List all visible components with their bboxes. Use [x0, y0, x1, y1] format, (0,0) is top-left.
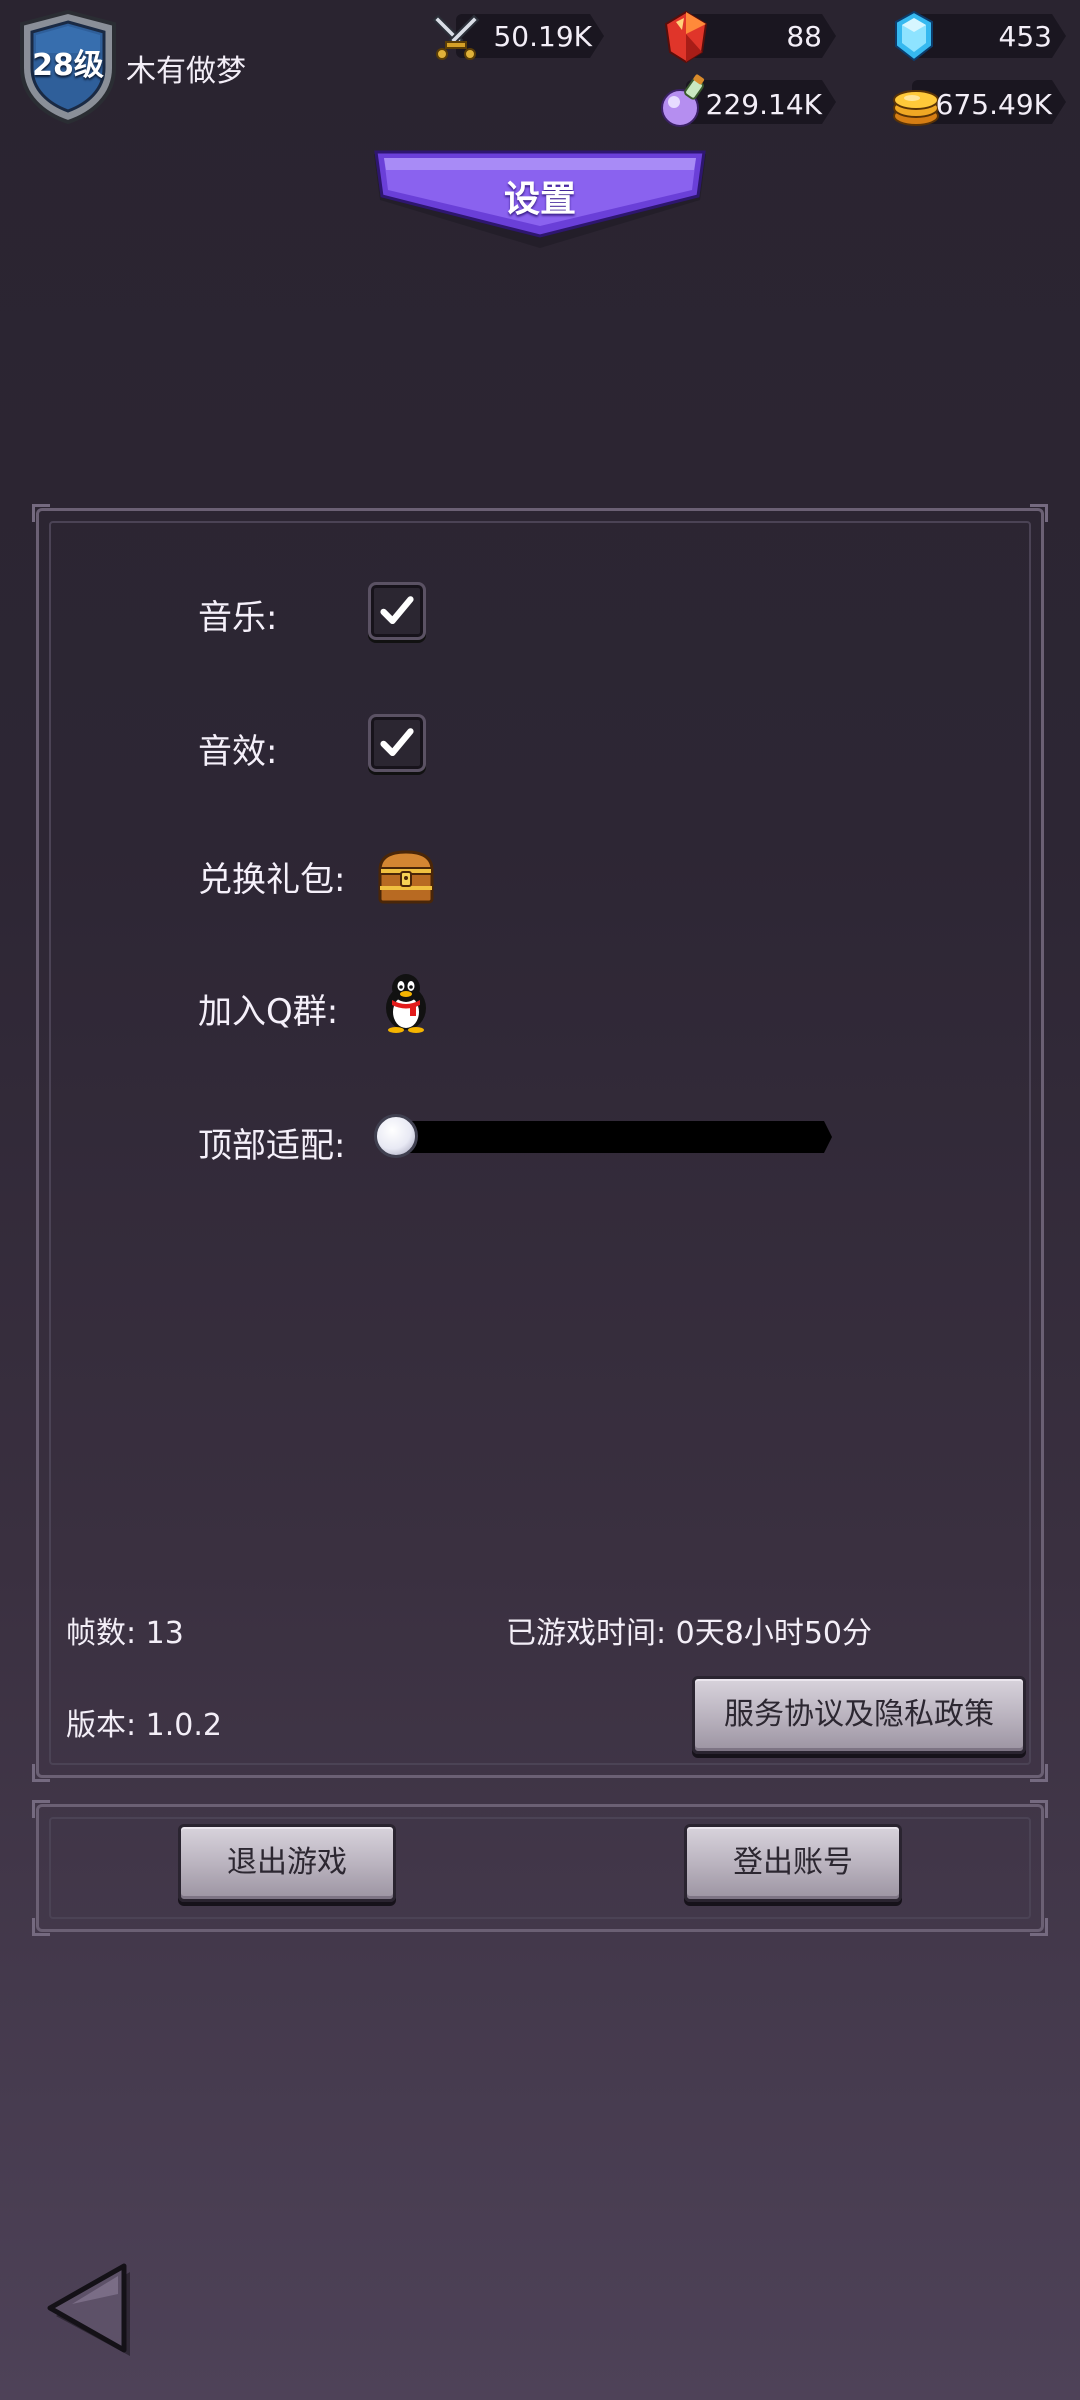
gift-label: 兑换礼包: — [198, 860, 346, 900]
music-checkbox[interactable] — [368, 582, 426, 640]
treasure-chest-icon — [378, 850, 434, 904]
qq-group-button[interactable] — [374, 970, 438, 1034]
music-label: 音乐: — [198, 598, 278, 638]
panel-corner — [32, 1918, 50, 1936]
privacy-policy-button[interactable]: 服务协议及隐私政策 — [692, 1676, 1026, 1754]
sfx-label: 音效: — [198, 732, 278, 772]
ruby-value: 88 — [786, 20, 822, 53]
checkmark-icon — [380, 728, 414, 756]
panel-corner — [32, 504, 50, 522]
diamond-value: 453 — [998, 20, 1052, 53]
panel-corner — [32, 1800, 50, 1818]
panel-corner — [1030, 1800, 1048, 1818]
fps-text: 帧数: 13 — [66, 1616, 184, 1651]
version-text: 版本: 1.0.2 — [66, 1708, 222, 1743]
top-adapt-label: 顶部适配: — [198, 1126, 346, 1166]
exit-game-button[interactable]: 退出游戏 — [178, 1824, 396, 1902]
panel-corner — [32, 1764, 50, 1782]
play-time-text: 已游戏时间: 0天8小时50分 — [506, 1616, 872, 1651]
qq-penguin-icon — [386, 974, 426, 1033]
player-level: 28级 — [32, 48, 104, 83]
logout-button[interactable]: 登出账号 — [684, 1824, 902, 1902]
back-triangle-icon — [47, 2263, 130, 2356]
qq-group-label: 加入Q群: — [198, 992, 339, 1032]
back-button[interactable] — [44, 2260, 134, 2360]
logout-label: 登出账号 — [733, 1845, 853, 1880]
potion-value: 229.14K — [705, 88, 822, 121]
power-value: 50.19K — [493, 20, 592, 53]
panel-corner — [1030, 1764, 1048, 1782]
panel-corner — [1030, 504, 1048, 522]
gold-value: 675.49K — [935, 88, 1052, 121]
top-adapt-slider-track[interactable] — [390, 1121, 832, 1153]
checkmark-icon — [380, 596, 414, 624]
panel-corner — [1030, 1918, 1048, 1936]
gift-redeem-button[interactable] — [374, 844, 438, 908]
top-adapt-slider-knob[interactable] — [374, 1114, 418, 1158]
sfx-checkbox[interactable] — [368, 714, 426, 772]
page-title: 设置 — [503, 179, 576, 220]
player-name: 木有做梦 — [126, 54, 246, 89]
privacy-policy-label: 服务协议及隐私政策 — [724, 1697, 994, 1732]
exit-game-label: 退出游戏 — [227, 1845, 347, 1880]
